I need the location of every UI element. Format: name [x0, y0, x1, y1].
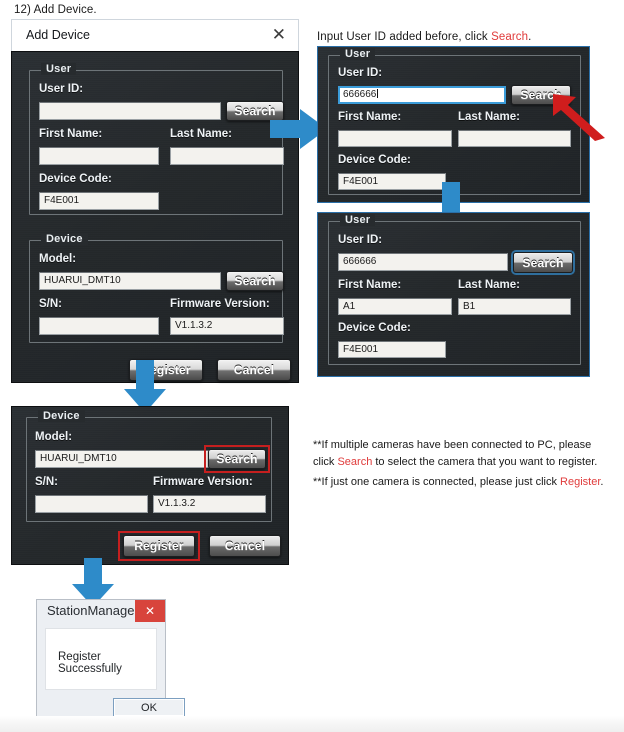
page-bottom-edge [0, 716, 624, 732]
user-id-input-3[interactable]: 666666 [338, 253, 508, 271]
user-id-label: User ID: [39, 83, 84, 95]
firmware-label-4: Firmware Version: [153, 476, 253, 488]
note2-post: . [600, 476, 604, 488]
device-groupbox-legend: Device [41, 233, 88, 245]
firmware-input-4: V1.1.3.2 [153, 495, 266, 513]
text-caret [377, 89, 379, 98]
last-name-input[interactable] [170, 147, 284, 165]
last-name-input-3[interactable]: B1 [458, 298, 571, 315]
first-name-input-2[interactable] [338, 130, 452, 147]
first-name-label-2: First Name: [338, 111, 402, 123]
firmware-label: Firmware Version: [170, 298, 270, 310]
sn-label-4: S/N: [35, 476, 58, 488]
note-multiple-cameras: **If multiple cameras have been connecte… [313, 437, 613, 471]
station-manager-message: Register Successfully [58, 651, 122, 675]
device-code-label: Device Code: [39, 173, 112, 185]
device-code-input[interactable]: F4E001 [39, 192, 159, 210]
note1-line1: **If multiple cameras have been connecte… [313, 439, 592, 451]
user-groupbox-legend: User [41, 63, 77, 75]
device-code-input-3[interactable]: F4E001 [338, 341, 446, 358]
register-highlight-box [118, 531, 200, 561]
note1-line2-pre: click [313, 456, 338, 468]
model-label-4: Model: [35, 431, 73, 443]
model-input[interactable]: HUARUI_DMT10 [39, 272, 221, 290]
right-instruction-caption: Input User ID added before, click Search… [317, 31, 531, 43]
device-search-button[interactable]: Search [226, 271, 284, 291]
user-id-label-2: User ID: [338, 67, 383, 79]
note2-register-link: Register [560, 476, 601, 488]
user-panel-typed: User User ID: 666666 Search First Name: … [317, 46, 590, 203]
user-id-input[interactable] [39, 102, 221, 120]
firmware-input: V1.1.3.2 [170, 317, 284, 335]
station-manager-titlebar: StationManager ✕ [37, 600, 165, 624]
last-name-label: Last Name: [170, 128, 232, 140]
user-search-button-3[interactable]: Search [513, 252, 573, 273]
user-id-input-2[interactable]: 666666 [338, 86, 506, 104]
right-instruction-prefix: Input User ID added before, click [317, 31, 492, 43]
cancel-button[interactable]: Cancel [217, 359, 291, 381]
add-device-window: Add Device ✕ User User ID: Search First … [11, 19, 299, 383]
right-instruction-suffix: . [528, 31, 532, 43]
sn-label: S/N: [39, 298, 62, 310]
manual-page: 12) Add Device. Input User ID added befo… [0, 0, 624, 732]
step-caption: 12) Add Device. [14, 4, 97, 16]
user-id-input-2-value: 666666 [343, 89, 377, 100]
window-titlebar: Add Device ✕ [11, 19, 299, 51]
last-name-label-3: Last Name: [458, 279, 520, 291]
station-manager-title: StationManager [47, 603, 139, 618]
station-manager-close-icon[interactable]: ✕ [135, 600, 165, 622]
device-panel-highlighted: Device Model: HUARUI_DMT10 Search S/N: F… [11, 406, 289, 565]
device-groupbox-4-legend: Device [38, 410, 85, 422]
window-title: Add Device [26, 28, 90, 42]
user-groupbox-2-legend: User [340, 48, 376, 60]
first-name-label-3: First Name: [338, 279, 402, 291]
device-code-label-3: Device Code: [338, 322, 411, 334]
station-manager-dialog: StationManager ✕ Register Successfully O… [36, 599, 185, 725]
sn-input-4[interactable] [35, 495, 148, 513]
user-panel-filled: User User ID: 666666 Search First Name: … [317, 212, 590, 377]
search-highlight-box [204, 445, 270, 473]
note1-search-link: Search [337, 456, 373, 468]
first-name-label: First Name: [39, 128, 103, 140]
cancel-button-4[interactable]: Cancel [209, 535, 281, 557]
model-label: Model: [39, 253, 77, 265]
model-input-4[interactable]: HUARUI_DMT10 [35, 450, 215, 468]
user-groupbox-3-legend: User [340, 214, 376, 226]
station-manager-ok-button[interactable]: OK [113, 698, 185, 717]
station-manager-body: Register Successfully [45, 628, 157, 690]
last-name-label-2: Last Name: [458, 111, 520, 123]
close-icon[interactable]: ✕ [272, 25, 286, 45]
first-name-input-3[interactable]: A1 [338, 298, 452, 315]
note-single-camera: **If just one camera is connected, pleas… [313, 474, 613, 491]
user-id-label-3: User ID: [338, 234, 383, 246]
note2-pre: **If just one camera is connected, pleas… [313, 476, 561, 488]
arrow-pointer-red [553, 94, 605, 141]
right-instruction-link: Search [491, 31, 529, 43]
sn-input[interactable] [39, 317, 159, 335]
first-name-input[interactable] [39, 147, 159, 165]
add-device-body: User User ID: Search First Name: Last Na… [11, 51, 299, 383]
device-code-label-2: Device Code: [338, 154, 411, 166]
note1-line2-post: to select the camera that you want to re… [372, 456, 598, 468]
